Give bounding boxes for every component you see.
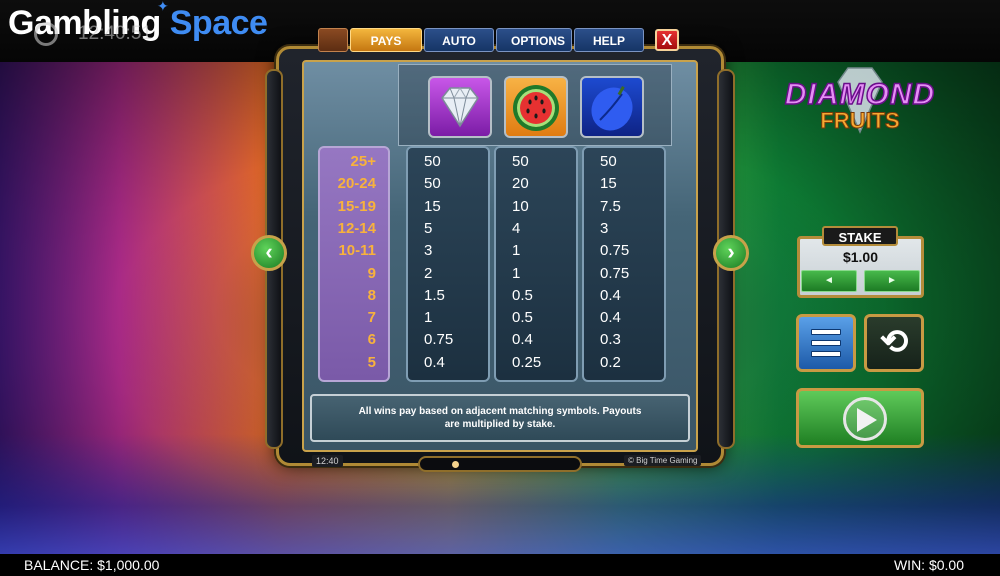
payout-value: 0.4 <box>600 286 621 304</box>
payout-value: 0.5 <box>512 286 533 304</box>
payout-value: 1 <box>512 242 521 260</box>
clock-icon <box>34 22 58 46</box>
payout-value: 0.3 <box>600 331 621 349</box>
diamond-icon <box>428 76 492 138</box>
pay-column-watermelon <box>494 146 578 382</box>
symbol-count-label: 8 <box>367 286 376 304</box>
symbol-count-label: 20-24 <box>337 175 376 193</box>
payout-value: 1 <box>424 309 433 327</box>
menu-icon-bar <box>811 351 841 357</box>
win-display: WIN: $0.00 <box>893 557 964 573</box>
payout-value: 0.75 <box>600 242 630 260</box>
menu-icon-bar <box>811 329 841 335</box>
tab-pays[interactable]: PAYS <box>350 28 422 52</box>
payout-value: 0.4 <box>600 309 621 327</box>
symbol-count-label: 5 <box>367 353 376 371</box>
plum-icon <box>580 76 644 138</box>
symbol-count-label: 6 <box>367 331 376 349</box>
game-logo: DIAMOND FRUITS <box>780 62 940 152</box>
balance-display: BALANCE: $1,000.00 <box>24 557 160 573</box>
logo-text-space: Space <box>169 4 268 42</box>
next-page-button[interactable]: › <box>713 235 749 271</box>
tab-auto[interactable]: AUTO <box>424 28 494 52</box>
payout-value: 50 <box>424 153 441 170</box>
payout-value: 20 <box>512 175 529 193</box>
sparkle-icon: ✦ <box>157 0 169 14</box>
frame-clock: 12:40 <box>312 455 343 467</box>
payout-value: 10 <box>512 197 529 215</box>
paytable-info-text: All wins pay based on adjacent matching … <box>310 394 690 442</box>
payout-value: 50 <box>424 175 441 193</box>
payout-value: 15 <box>424 197 441 215</box>
autoplay-icon: ⟲ <box>879 323 909 361</box>
tab-options[interactable]: OPTIONS <box>496 28 572 52</box>
symbol-count-label: 25+ <box>350 153 376 170</box>
stake-label: STAKE <box>822 226 898 246</box>
symbol-count-label: 15-19 <box>337 197 376 215</box>
tab-help[interactable]: HELP <box>574 28 644 52</box>
payout-value: 0.5 <box>512 309 533 327</box>
symbol-count-label: 7 <box>367 309 376 327</box>
autoplay-button[interactable]: ⟲ <box>864 314 924 372</box>
payout-value: 4 <box>512 219 521 237</box>
page-indicator <box>418 456 582 472</box>
stake-value: $1.00 <box>842 249 879 265</box>
payout-value: 0.4 <box>424 353 445 371</box>
provider-credit: © Big Time Gaming <box>624 455 702 466</box>
menu-icon-bar <box>811 340 841 346</box>
prev-page-button[interactable]: ‹ <box>251 235 287 271</box>
clock-time: 12:40:51 <box>78 23 152 44</box>
payout-value: 0.75 <box>424 331 454 349</box>
symbol-count-label: 9 <box>367 264 376 282</box>
close-button[interactable]: X <box>655 29 679 51</box>
payout-value: 2 <box>424 264 433 282</box>
payout-value: 5 <box>424 219 433 237</box>
symbol-count-label: 10-11 <box>338 242 376 260</box>
payout-value: 7.5 <box>600 197 621 215</box>
menu-tabs: PAYS AUTO OPTIONS HELP <box>318 28 644 52</box>
spin-button[interactable] <box>796 388 924 448</box>
payout-value: 15 <box>600 175 617 193</box>
page-dot <box>452 461 459 468</box>
stake-increase-button[interactable]: ► <box>864 270 920 292</box>
play-icon <box>857 408 877 432</box>
stake-decrease-button[interactable]: ◄ <box>801 270 857 292</box>
logo-subtitle: FRUITS <box>820 108 900 134</box>
payout-value: 1.5 <box>424 286 445 304</box>
watermelon-icon <box>504 76 568 138</box>
payout-value: 0.4 <box>512 331 533 349</box>
status-bar: BALANCE: $1,000.00 WIN: $0.00 <box>0 554 1000 576</box>
payout-value: 3 <box>424 242 433 260</box>
payout-value: 1 <box>512 264 521 282</box>
payout-value: 0.25 <box>512 353 542 371</box>
symbol-count-label: 12-14 <box>337 219 376 237</box>
payout-value: 0.75 <box>600 264 630 282</box>
payout-value: 50 <box>600 153 617 170</box>
payout-value: 50 <box>512 153 529 170</box>
payout-value: 3 <box>600 219 609 237</box>
logo-title: DIAMOND <box>784 77 936 112</box>
tab-blank[interactable] <box>318 28 348 52</box>
payout-value: 0.2 <box>600 353 621 371</box>
menu-button[interactable] <box>796 314 856 372</box>
